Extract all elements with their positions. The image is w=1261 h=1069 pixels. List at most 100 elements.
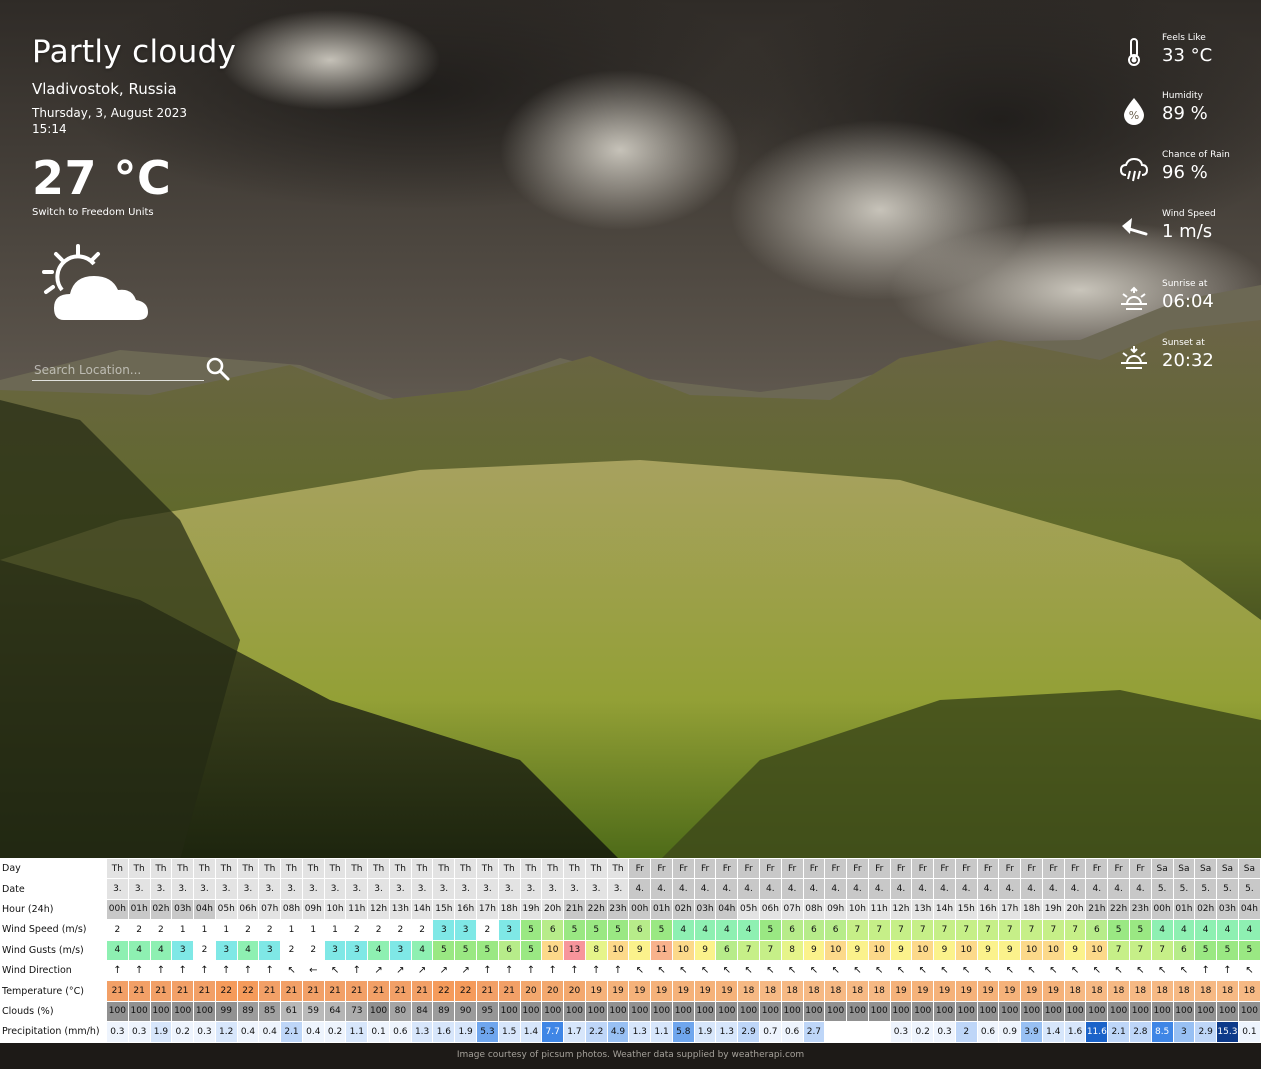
forecast-cell: ↖ [1085,959,1109,982]
forecast-cell: Th [345,857,369,880]
forecast-cell: 21 [171,980,195,1002]
forecast-cell: Th [584,857,608,880]
forecast-cell: 8.5 [1150,1021,1174,1043]
forecast-cell: 6 [802,919,826,941]
forecast-cell: 20 [519,980,543,1002]
forecast-cell: 20h [541,898,565,921]
forecast-cell: 95 [476,1000,499,1023]
forecast-cell: 80 [388,1000,412,1023]
forecast-cell: 0.9 [998,1021,1022,1043]
forecast-cell: 04h [1237,898,1261,921]
forecast-cell: 4.9 [606,1021,630,1043]
forecast-cell: 5 [563,919,586,941]
forecast-cell: 21h [563,898,586,921]
forecast-cell: 9 [1063,939,1087,961]
forecast-cell: 10 [867,939,891,961]
forecast-cell: 100 [671,1000,695,1023]
sunset-icon [1121,346,1147,369]
forecast-cell: 7 [1063,919,1087,941]
forecast-cell: Th [149,857,173,880]
forecast-cell: 0.2 [171,1021,195,1043]
forecast-cell: 7 [954,919,978,941]
forecast-cell: 6 [497,939,521,961]
forecast-cell: 4. [737,878,760,900]
forecast-cell: 4. [628,878,652,900]
forecast-cell: Fr [715,857,739,880]
forecast-cell: 18 [1128,980,1152,1002]
forecast-cell: 6 [628,919,652,941]
forecast-cell: 3. [171,878,195,900]
forecast-cell: 00h [106,898,129,921]
forecast-cell: Sa [1237,857,1261,880]
search-input[interactable] [32,360,204,381]
forecast-cell: 4 [693,919,717,941]
forecast-cell: 13 [563,939,586,961]
stat-value: 20:32 [1162,350,1214,371]
forecast-cell: 10 [606,939,630,961]
forecast-cell: 4. [954,878,978,900]
forecast-cell: Fr [1107,857,1130,880]
forecast-cell: 3 [323,939,347,961]
forecast-cell: 5 [1237,939,1261,961]
forecast-cell: 15h [432,898,456,921]
forecast-cell: 1.3 [715,1021,739,1043]
forecast-cell: Sa [1172,857,1196,880]
stat-value: 96 % [1162,162,1208,183]
forecast-cell: Th [432,857,456,880]
forecast-cell: 5 [1194,939,1218,961]
forecast-cell: 21 [410,980,434,1002]
forecast-cell: 3. [606,878,630,900]
forecast-cell: 03h [693,898,717,921]
forecast-cell: 2.1 [280,1021,303,1043]
forecast-cell: 100 [628,1000,652,1023]
forecast-cell: 21 [280,980,303,1002]
forecast-cell: 00h [628,898,652,921]
forecast-cell: ↑ [1194,959,1218,982]
forecast-cell: 10 [954,939,978,961]
search-icon[interactable] [205,356,231,382]
forecast-cell: 4 [149,939,173,961]
forecast-cell: 1.7 [563,1021,586,1043]
forecast-cell: 10 [1020,939,1043,961]
forecast-cell: 22 [454,980,478,1002]
forecast-cell: 85 [258,1000,282,1023]
forecast-cell: 4. [671,878,695,900]
forecast-cell: 2 [388,919,412,941]
forecast-cell: 5.3 [476,1021,499,1043]
forecast-cell: Th [519,857,543,880]
stat-value: 1 m/s [1162,221,1213,242]
forecast-cell: 9 [889,939,913,961]
forecast-cell: 9 [998,939,1022,961]
forecast-cell [824,1021,848,1043]
units-toggle-link[interactable]: Switch to Freedom Units [32,207,236,218]
forecast-cell: ↖ [715,959,739,982]
forecast-cell: 4. [1041,878,1065,900]
forecast-cell: 0.3 [889,1021,913,1043]
forecast-cell: ↑ [193,959,216,982]
forecast-cell: 19 [998,980,1022,1002]
forecast-cell: 22h [584,898,608,921]
forecast-cell: Fr [758,857,782,880]
search-bar [32,356,242,384]
forecast-cell: Fr [802,857,826,880]
thermometer-icon [1128,38,1140,66]
forecast-cell: ↖ [737,959,760,982]
forecast-cell: 23h [606,898,630,921]
forecast-cell: 3. [497,878,521,900]
forecast-cell: 4. [715,878,739,900]
forecast-cell: 2 [236,919,260,941]
forecast-cell: 3. [454,878,478,900]
forecast-cell: 100 [715,1000,739,1023]
current-time: 15:14 [32,122,67,136]
forecast-cell: ↖ [911,959,935,982]
forecast-cell: 3 [214,939,238,961]
forecast-cell [867,1021,891,1043]
forecast-cell: 100 [1216,1000,1239,1023]
stat-label: Sunrise at [1162,279,1208,289]
forecast-cell: 07h [780,898,804,921]
forecast-cell: 2 [367,919,390,941]
forecast-row-clouds: Clouds (%) 100 100 100 100 100 99 89 85 61 59 64 73 1… [0,1000,1261,1023]
forecast-cell: 4. [780,878,804,900]
forecast-cell: 3. [214,878,238,900]
forecast-cell: 3 [454,919,478,941]
